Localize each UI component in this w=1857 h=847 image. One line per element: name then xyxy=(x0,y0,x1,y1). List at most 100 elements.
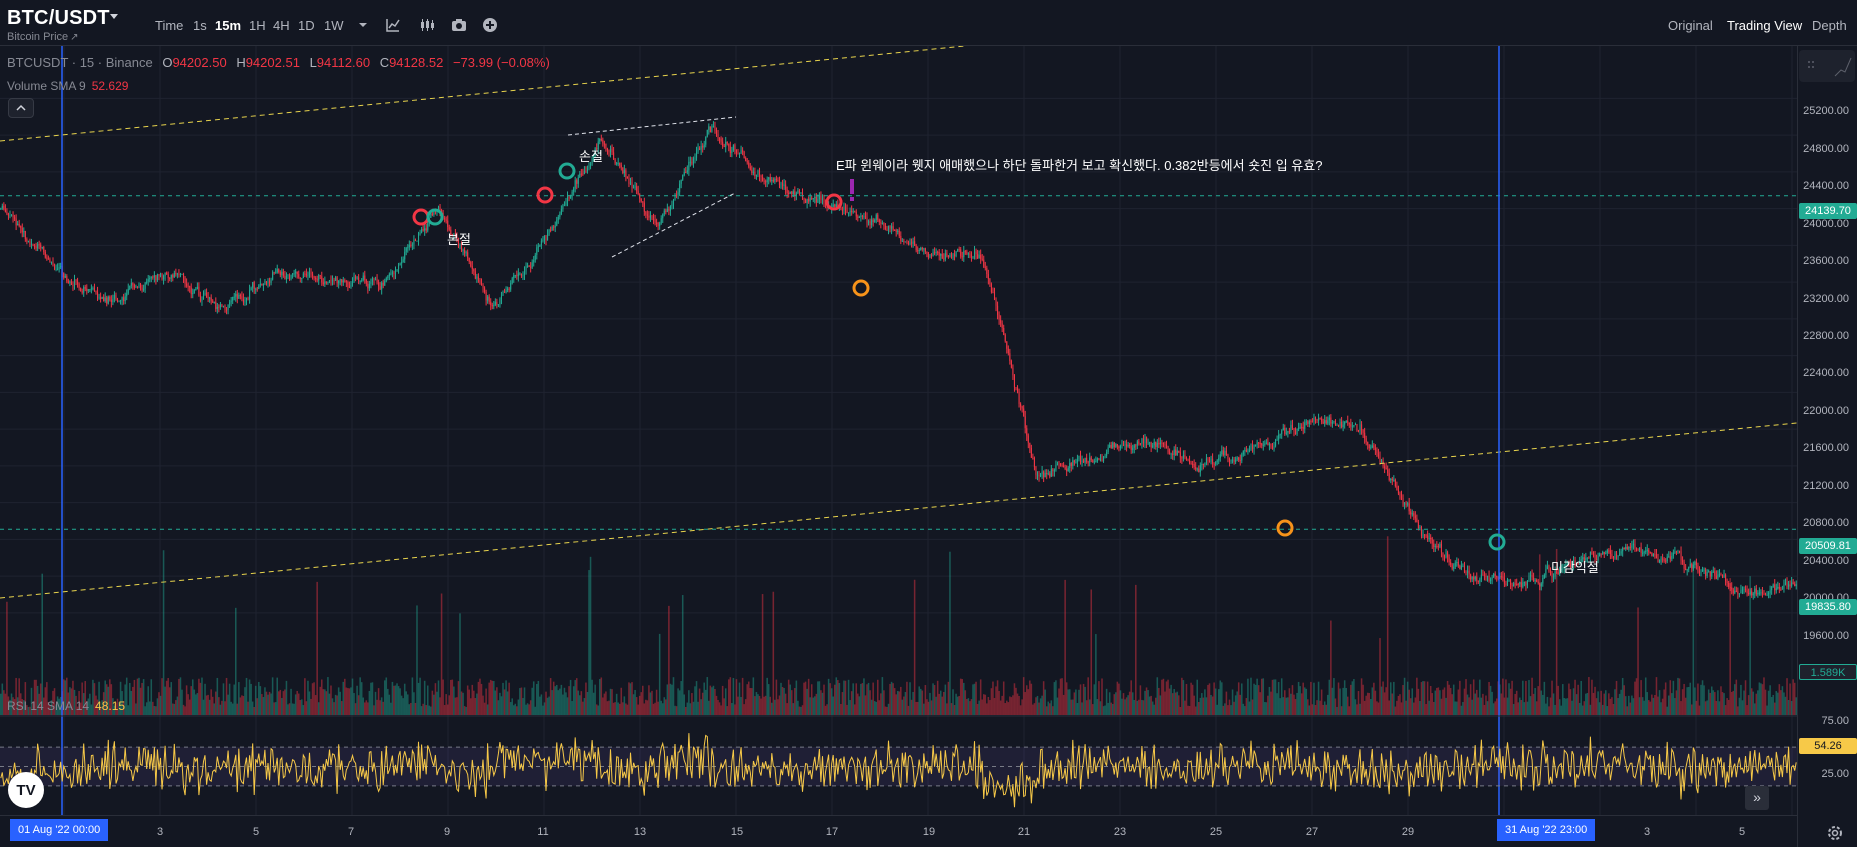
volume-bar xyxy=(282,691,285,715)
candle-body xyxy=(341,279,343,283)
gear-icon[interactable] xyxy=(1826,824,1844,842)
tab-time[interactable]: Time xyxy=(155,18,183,33)
volume-bar xyxy=(1715,700,1718,715)
tab-15m[interactable]: 15m xyxy=(215,18,241,33)
time-tick: 27 xyxy=(1305,826,1319,838)
chart-label-stoploss[interactable]: 손절 xyxy=(579,146,603,165)
symbol-title[interactable]: BTC/USDT xyxy=(7,7,110,30)
price-scale-tool[interactable] xyxy=(1799,50,1855,82)
indicators-icon[interactable] xyxy=(385,17,401,33)
volume-bar xyxy=(1724,705,1727,715)
volume-bar xyxy=(1379,638,1381,715)
chevron-down-icon[interactable] xyxy=(110,14,118,19)
candle-body xyxy=(1047,473,1049,475)
candle-body xyxy=(312,273,314,277)
volume-bar xyxy=(545,691,547,715)
candle-body xyxy=(1296,429,1298,435)
tab-1w[interactable]: 1W xyxy=(324,18,344,33)
volume-indicator-name: Volume SMA 9 xyxy=(7,79,86,93)
candle-body xyxy=(1691,563,1693,569)
price-axis[interactable]: 25200.00 24800.00 24400.00 24000.00 2360… xyxy=(1797,46,1857,847)
candle-body xyxy=(620,165,622,168)
volume-bar xyxy=(185,685,188,715)
volume-bar xyxy=(920,688,922,715)
volume-bar xyxy=(806,688,808,715)
candle-body xyxy=(1780,588,1782,590)
volume-bar xyxy=(1174,692,1177,715)
add-icon[interactable] xyxy=(482,17,498,33)
volume-bar xyxy=(686,702,689,715)
candle-body xyxy=(1232,459,1234,461)
candle-body xyxy=(938,252,940,256)
volume-bar xyxy=(809,697,811,715)
volume-bar xyxy=(688,690,690,715)
candle-body xyxy=(170,274,172,279)
view-trading-view[interactable]: Trading View xyxy=(1727,18,1802,33)
tab-1d[interactable]: 1D xyxy=(298,18,315,33)
candle-body xyxy=(708,126,710,130)
candle-body xyxy=(215,302,217,309)
candle-body xyxy=(1769,590,1771,594)
more-timeframes-chevron-icon[interactable] xyxy=(355,17,371,33)
candle-style-icon[interactable] xyxy=(419,17,435,33)
candle-body xyxy=(631,182,633,189)
candle-body xyxy=(368,284,370,289)
volume-bar xyxy=(830,688,833,715)
candle-body xyxy=(1402,497,1404,505)
candle-body xyxy=(1006,341,1008,349)
volume-bar xyxy=(156,698,159,715)
volume-bar xyxy=(144,706,146,715)
candle-body xyxy=(852,211,854,213)
candle-body xyxy=(1788,584,1790,587)
volume-bar xyxy=(261,694,263,715)
candle-body xyxy=(335,277,337,281)
volume-bar xyxy=(1035,697,1037,715)
volume-bar xyxy=(216,677,219,715)
candle-body xyxy=(1259,443,1261,445)
volume-bar xyxy=(1073,692,1076,715)
volume-bar xyxy=(1734,684,1736,715)
collapse-legend-button[interactable] xyxy=(8,98,34,118)
candle-body xyxy=(64,276,66,278)
price-tick: 24800.00 xyxy=(1803,143,1849,155)
time-axis[interactable]: 01 Aug '22 00:00 3 5 7 9 11 13 15 17 19 … xyxy=(0,815,1797,847)
candle-body xyxy=(1121,444,1123,446)
candle-body xyxy=(1766,594,1768,596)
trendline-lower xyxy=(0,422,1798,599)
volume-bar xyxy=(552,681,555,715)
volume-bar xyxy=(362,697,365,715)
volume-bar xyxy=(1560,705,1563,715)
scroll-to-realtime-button[interactable]: » xyxy=(1745,786,1769,810)
candle-body xyxy=(1,205,3,209)
candle-body xyxy=(527,265,529,267)
volume-bar xyxy=(422,703,424,715)
volume-bar xyxy=(626,704,629,715)
tradingview-logo[interactable]: TV xyxy=(8,772,44,808)
chart-note[interactable]: E파 윈웨이라 웻지 애매했으나 하단 돌파한거 보고 확신했다. 0.382반… xyxy=(836,155,1322,174)
volume-bar xyxy=(1646,692,1649,715)
camera-icon[interactable] xyxy=(451,17,467,33)
tab-1s[interactable]: 1s xyxy=(193,18,207,33)
view-original[interactable]: Original xyxy=(1668,18,1713,33)
candle-body xyxy=(135,286,137,288)
candle-body xyxy=(1004,334,1006,342)
volume-bar xyxy=(1362,684,1364,715)
candle-body xyxy=(1463,565,1466,573)
tab-4h[interactable]: 4H xyxy=(273,18,290,33)
candle-body xyxy=(53,266,56,269)
candle-body xyxy=(202,294,205,300)
volume-bars xyxy=(0,536,1797,715)
tab-1h[interactable]: 1H xyxy=(249,18,266,33)
volume-bar xyxy=(1512,704,1515,715)
volume-bar xyxy=(231,703,234,715)
symbol-subtitle[interactable]: Bitcoin Price ↗ xyxy=(7,31,79,43)
volume-bar xyxy=(276,677,278,715)
chart-label-breakeven[interactable]: 본절 xyxy=(447,229,471,248)
candle-body xyxy=(253,281,255,289)
candle-body xyxy=(178,273,180,275)
chart-label-takeprofit[interactable]: 미감익절 xyxy=(1551,557,1599,576)
volume-bar xyxy=(397,686,400,715)
candle-body xyxy=(1534,580,1536,582)
candle-body xyxy=(1365,438,1367,443)
view-depth[interactable]: Depth xyxy=(1812,18,1847,33)
